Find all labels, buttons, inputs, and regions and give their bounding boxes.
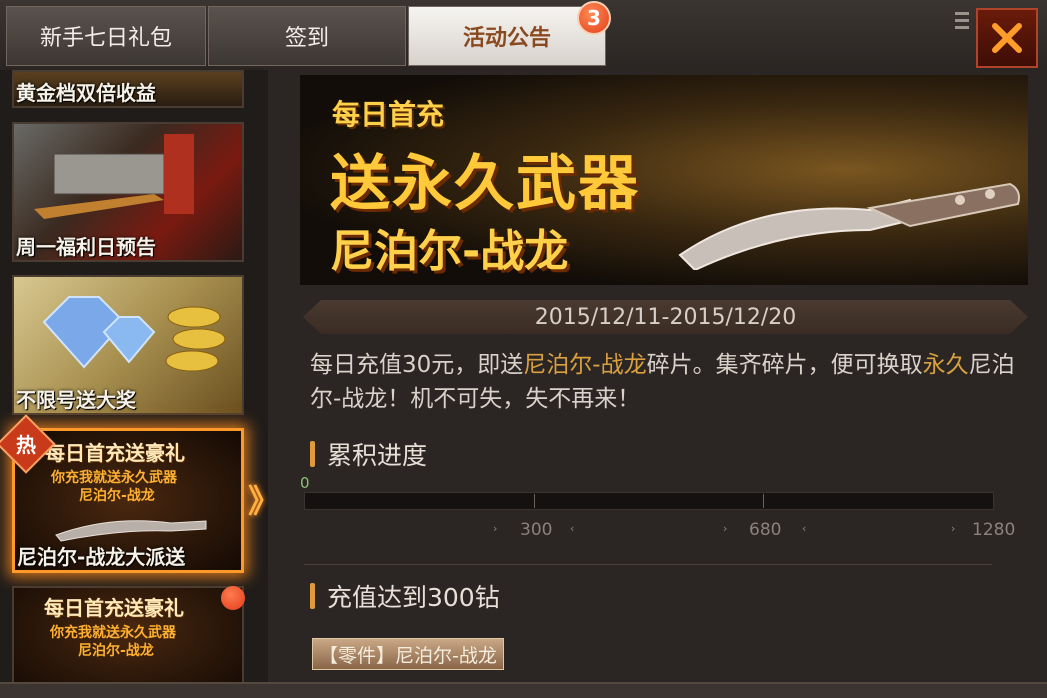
chevron-right-icon: › [493,522,498,535]
progress-heading-text: 累积进度 [327,441,428,470]
milestone-300: 300 [520,520,553,540]
event-date-range: 2015/12/11-2015/12/20 [303,300,1028,334]
sidebar-item-label: 周一福利日预告 [16,235,156,259]
notification-badge: 3 [577,1,611,35]
sidebar-item-daily-recharge-2[interactable]: 每日首充送豪礼 你充我就送永久武器 尼泊尔-战龙 [12,586,244,682]
knife-image [55,520,207,542]
chevron-right-icon: › [723,522,728,535]
tab-bar: 新手七日礼包 签到 活动公告 3 [0,0,1047,72]
promo-title: 每日首充送豪礼 [45,441,185,465]
section-marker [310,583,315,609]
sidebar-item-monday-welfare[interactable]: 周一福利日预告 [12,122,244,262]
diamond-coin-image [42,296,226,372]
tab-newbie-gift[interactable]: 新手七日礼包 [6,6,206,66]
promo-line1: 你充我就送永久武器 [51,470,177,486]
milestone-680: 680 [749,520,782,540]
sidebar-item-label: 黄金档双倍收益 [16,81,156,105]
close-button[interactable] [976,8,1038,68]
desc-highlight: 永久 [922,352,969,378]
event-banner: 每日首充 送永久武器 尼泊尔-战龙 [300,75,1028,285]
event-detail-panel: 每日首充 送永久武器 尼泊尔-战龙 2015/12/11-2015/12/20 … [268,70,1047,682]
sidebar-item-gold-double[interactable]: 黄金档双倍收益 [12,70,244,108]
reward-heading: 充值达到300钻 [310,578,500,614]
progress-bar [304,492,994,510]
section-marker [310,441,315,467]
promo-line1: 你充我就送永久武器 [50,625,176,641]
banner-weapon-name: 尼泊尔-战龙 [330,226,569,277]
sidebar-item-label: 尼泊尔-战龙大派送 [17,545,186,569]
promo-line2: 尼泊尔-战龙 [78,643,154,659]
close-icon [992,23,1022,53]
reward-item-label[interactable]: 【零件】尼泊尔-战龙 [312,638,504,670]
chevron-left-icon: ‹ [570,522,575,535]
progress-tick [534,494,535,508]
weapon-crate-image [34,134,194,219]
chevron-left-icon: ‹ [802,522,807,535]
banner-title: 送永久武器 [330,149,640,219]
event-description: 每日充值30元，即送尼泊尔-战龙碎片。集齐碎片，便可换取永久尼泊尔-战龙！机不可… [310,348,1022,416]
sidebar-item-unlimited-prize[interactable]: 不限号送大奖 [12,275,244,415]
chevron-right-icon: › [951,522,956,535]
menu-icon[interactable] [955,12,969,33]
kukri-knife-image [678,182,1020,270]
milestone-1280: 1280 [972,520,1016,540]
promo-title: 每日首充送豪礼 [44,596,184,620]
desc-highlight: 尼泊尔-战龙 [523,352,647,378]
reward-heading-text: 充值达到300钻 [327,583,500,612]
tab-checkin[interactable]: 签到 [208,6,406,66]
progress-current: 0 [300,474,310,492]
divider [304,564,992,565]
progress-heading: 累积进度 [310,436,427,472]
new-dot-icon [221,586,245,610]
progress-tick [763,494,764,508]
hot-tag-label: 热 [16,433,36,457]
banner-subtitle: 每日首充 [332,98,445,131]
sidebar-item-label: 不限号送大奖 [16,388,136,412]
desc-text: 碎片。集齐碎片，便可换取 [646,352,923,378]
promo-line2: 尼泊尔-战龙 [79,488,155,504]
desc-text: 每日充值30元，即送 [310,352,524,378]
